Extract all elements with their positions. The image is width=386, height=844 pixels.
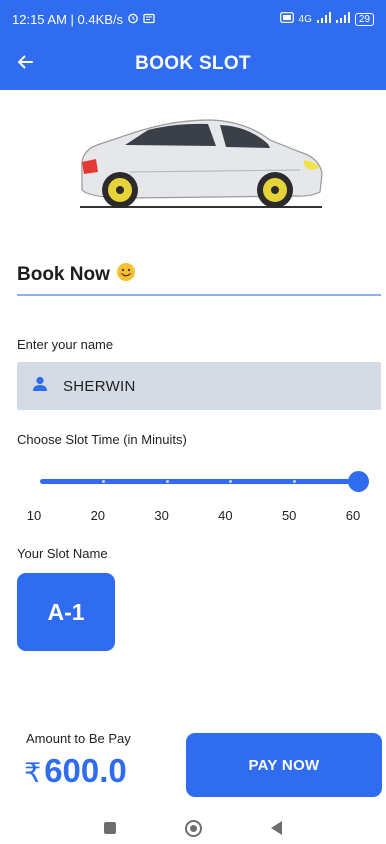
slider-step-dot <box>165 480 169 483</box>
slot-name-badge: A-1 <box>17 573 115 651</box>
pay-now-button[interactable]: PAY NOW <box>186 733 382 797</box>
back-button[interactable] <box>0 38 50 90</box>
smile-emoji-icon <box>116 262 136 288</box>
message-icon <box>143 12 155 27</box>
slider-track <box>40 479 358 484</box>
name-field[interactable]: SHERWIN <box>17 362 381 410</box>
currency-symbol: ₹ <box>24 758 42 788</box>
slider-tick-label: 40 <box>218 508 233 523</box>
arrow-left-icon <box>15 52 35 77</box>
slot-name-label: Your Slot Name <box>17 546 108 561</box>
amount-label: Amount to Be Pay <box>26 731 131 746</box>
slider-tick-label: 20 <box>90 508 106 523</box>
slot-time-slider[interactable] <box>40 466 370 496</box>
book-now-text: Book Now <box>17 264 110 285</box>
amount-number: 600.0 <box>44 752 127 789</box>
name-value: SHERWIN <box>63 377 136 395</box>
alarm-icon <box>127 12 139 27</box>
battery-indicator: 29 <box>354 12 374 26</box>
network-type: 4G <box>298 13 312 25</box>
page-title: BOOK SLOT <box>135 53 251 74</box>
heading-divider <box>17 294 381 296</box>
volte-icon <box>279 12 294 26</box>
section-heading: Book Now <box>17 262 136 288</box>
slider-tick-label: 60 <box>345 508 361 523</box>
system-nav-bar <box>0 812 386 844</box>
slider-thumb[interactable] <box>348 471 369 492</box>
person-icon <box>31 375 49 398</box>
status-time-speed: 12:15 AM | 0.4KB/s <box>12 11 124 27</box>
car-illustration <box>70 112 326 214</box>
name-label: Enter your name <box>17 337 114 352</box>
back-triangle-icon[interactable] <box>270 821 282 835</box>
slider-step-dot <box>292 480 296 483</box>
amount-value: ₹ 600.0 <box>24 752 127 790</box>
status-bar: 12:15 AM | 0.4KB/s 4G 29 <box>0 0 386 38</box>
home-circle-icon[interactable] <box>184 819 202 837</box>
signal-icon-2 <box>335 12 350 26</box>
app-bar: BOOK SLOT <box>0 38 386 90</box>
slider-tick-label: 10 <box>26 508 42 523</box>
status-left: 12:15 AM | 0.4KB/s <box>12 12 155 27</box>
signal-icon <box>316 12 331 26</box>
status-right: 4G 29 <box>279 12 374 26</box>
recents-square-icon[interactable] <box>104 822 117 834</box>
slider-tick-label: 30 <box>154 508 169 523</box>
slot-time-label: Choose Slot Time (in Minuits) <box>17 432 187 447</box>
slider-tick-label: 50 <box>281 508 297 523</box>
